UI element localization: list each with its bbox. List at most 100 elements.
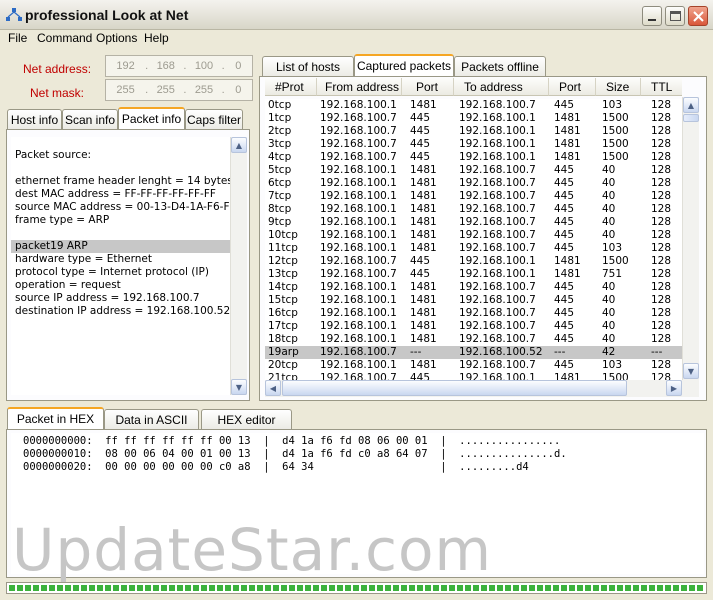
table-row[interactable]: 17tcp 192.168.100.1 1481 192.168.100.7 445 40…: [265, 320, 682, 333]
table-row[interactable]: 0tcp 192.168.100.1 1481 192.168.100.7 445 103…: [265, 99, 682, 112]
cell-port: 1481: [410, 294, 437, 306]
close-button[interactable]: [688, 6, 708, 26]
table-row[interactable]: 1tcp 192.168.100.7 445 192.168.100.1 1481 150…: [265, 112, 682, 125]
title-bar[interactable]: professional Look at Net: [0, 0, 713, 30]
cell-port2: 1481: [554, 255, 581, 267]
scroll-right-button[interactable]: ▶: [666, 380, 682, 396]
cell-prot: 1tcp: [268, 112, 292, 124]
cell-port2: ---: [554, 346, 566, 358]
scrollbar-thumb[interactable]: [282, 380, 627, 396]
column-header-port2[interactable]: Port: [549, 78, 596, 96]
cell-to: 192.168.100.7: [459, 307, 536, 319]
column-header-size[interactable]: Size: [596, 78, 641, 96]
cell-from: 192.168.100.1: [320, 203, 397, 215]
column-header-prot[interactable]: #Prot: [265, 78, 317, 96]
cell-prot: 7tcp: [268, 190, 292, 202]
tab-hex-editor[interactable]: HEX editor: [201, 409, 292, 429]
cell-ttl: 128: [651, 229, 672, 241]
table-row[interactable]: 15tcp 192.168.100.1 1481 192.168.100.7 445 40…: [265, 294, 682, 307]
table-row[interactable]: 7tcp 192.168.100.1 1481 192.168.100.7 445 40 1…: [265, 190, 682, 203]
table-row[interactable]: 2tcp 192.168.100.7 445 192.168.100.1 1481 150…: [265, 125, 682, 138]
cell-port2: 445: [554, 320, 575, 332]
scroll-left-button[interactable]: ◀: [265, 380, 281, 396]
maximize-button[interactable]: [665, 6, 685, 26]
net-mask-label: Net mask:: [30, 86, 85, 100]
cell-ttl: 128: [651, 112, 672, 124]
cell-from: 192.168.100.1: [320, 177, 397, 189]
scroll-up-button[interactable]: ▲: [231, 137, 247, 153]
table-row[interactable]: 8tcp 192.168.100.1 1481 192.168.100.7 445 40 1…: [265, 203, 682, 216]
net-mask-input[interactable]: 255. 255. 255. 0: [105, 79, 253, 101]
table-row[interactable]: 18tcp 192.168.100.1 1481 192.168.100.7 445 40…: [265, 333, 682, 346]
table-row[interactable]: 14tcp 192.168.100.1 1481 192.168.100.7 445 40…: [265, 281, 682, 294]
tab-captured-packets[interactable]: Captured packets: [354, 54, 454, 76]
column-header-ttl[interactable]: TTL: [641, 78, 682, 96]
table-row[interactable]: 4tcp 192.168.100.7 445 192.168.100.1 1481 150…: [265, 151, 682, 164]
column-header-port[interactable]: Port: [402, 78, 454, 96]
net-address-input[interactable]: 192. 168. 100. 0: [105, 55, 253, 77]
cell-port2: 445: [554, 281, 575, 293]
cell-to: 192.168.100.7: [459, 333, 536, 345]
table-row[interactable]: 5tcp 192.168.100.1 1481 192.168.100.7 445 40 1…: [265, 164, 682, 177]
cell-port: 445: [410, 151, 431, 163]
table-row[interactable]: 12tcp 192.168.100.7 445 192.168.100.1 1481 15…: [265, 255, 682, 268]
table-row[interactable]: 19arp 192.168.100.7 --- 192.168.100.52 --- 42…: [265, 346, 682, 359]
table-row[interactable]: 13tcp 192.168.100.7 445 192.168.100.1 1481 75…: [265, 268, 682, 281]
ip-octet: 168: [156, 60, 175, 72]
cell-from: 192.168.100.1: [320, 333, 397, 345]
tab-list-of-hosts[interactable]: List of hosts: [262, 56, 354, 76]
column-header-to[interactable]: To address: [454, 78, 549, 96]
window-title: professional Look at Net: [25, 7, 189, 23]
scroll-up-button[interactable]: ▲: [683, 97, 699, 113]
cell-prot: 5tcp: [268, 164, 292, 176]
tab-packet-info[interactable]: Packet info: [118, 107, 185, 129]
cell-ttl: 128: [651, 203, 672, 215]
cell-ttl: 128: [651, 333, 672, 345]
cell-size: 1500: [602, 138, 629, 150]
tab-host-info[interactable]: Host info: [7, 109, 62, 129]
cell-to: 192.168.100.7: [459, 320, 536, 332]
tab-packet-in-hex[interactable]: Packet in HEX: [7, 407, 104, 429]
packet-list[interactable]: 0tcp 192.168.100.1 1481 192.168.100.7 445 103…: [265, 99, 682, 382]
cell-from: 192.168.100.7: [320, 346, 397, 358]
packet-info-line: ethernet frame header lenght = 14 bytes: [15, 175, 233, 187]
hex-line: 0000000020: 00 00 00 00 00 00 c0 a8 | 64…: [23, 461, 529, 473]
minimize-button[interactable]: [642, 6, 662, 26]
tab-packets-offline[interactable]: Packets offline: [454, 56, 546, 76]
cell-prot: 12tcp: [268, 255, 298, 267]
table-row[interactable]: 16tcp 192.168.100.1 1481 192.168.100.7 445 40…: [265, 307, 682, 320]
cell-port2: 445: [554, 203, 575, 215]
menu-file[interactable]: File: [8, 31, 27, 45]
cell-to: 192.168.100.7: [459, 99, 536, 111]
table-row[interactable]: 20tcp 192.168.100.1 1481 192.168.100.7 445 10…: [265, 359, 682, 372]
column-header-from[interactable]: From address: [317, 78, 402, 96]
menu-command[interactable]: Command: [37, 31, 92, 45]
packet-info-line: [11, 162, 230, 175]
table-row[interactable]: 11tcp 192.168.100.1 1481 192.168.100.7 445 10…: [265, 242, 682, 255]
tab-scan-info[interactable]: Scan info: [62, 109, 118, 129]
cell-size: 103: [602, 99, 623, 111]
packet-info-line: operation = request: [15, 279, 121, 291]
tab-caps-filter[interactable]: Caps filter: [185, 109, 243, 129]
cell-size: 40: [602, 190, 616, 202]
cell-ttl: 128: [651, 125, 672, 137]
tab-data-in-ascii[interactable]: Data in ASCII: [104, 409, 199, 429]
menu-options[interactable]: Options: [96, 31, 137, 45]
cell-prot: 4tcp: [268, 151, 292, 163]
table-row[interactable]: 6tcp 192.168.100.1 1481 192.168.100.7 445 40 1…: [265, 177, 682, 190]
menu-help[interactable]: Help: [144, 31, 169, 45]
packet-list-vscrollbar[interactable]: ▲ ▼: [682, 97, 699, 380]
packet-info-scrollbar[interactable]: ▲ ▼: [230, 137, 247, 395]
table-row[interactable]: 3tcp 192.168.100.7 445 192.168.100.1 1481 150…: [265, 138, 682, 151]
table-row[interactable]: 10tcp 192.168.100.1 1481 192.168.100.7 445 40…: [265, 229, 682, 242]
scroll-down-button[interactable]: ▼: [683, 363, 699, 379]
scroll-down-button[interactable]: ▼: [231, 379, 247, 395]
cell-port2: 445: [554, 99, 575, 111]
cell-to: 192.168.100.7: [459, 216, 536, 228]
scrollbar-thumb[interactable]: [683, 114, 699, 122]
chevron-up-icon: ▲: [687, 100, 695, 110]
cell-port2: 1481: [554, 268, 581, 280]
table-row[interactable]: 9tcp 192.168.100.1 1481 192.168.100.7 445 40 1…: [265, 216, 682, 229]
cell-size: 751: [602, 268, 623, 280]
packet-list-hscrollbar[interactable]: ◀ ▶: [265, 380, 699, 397]
